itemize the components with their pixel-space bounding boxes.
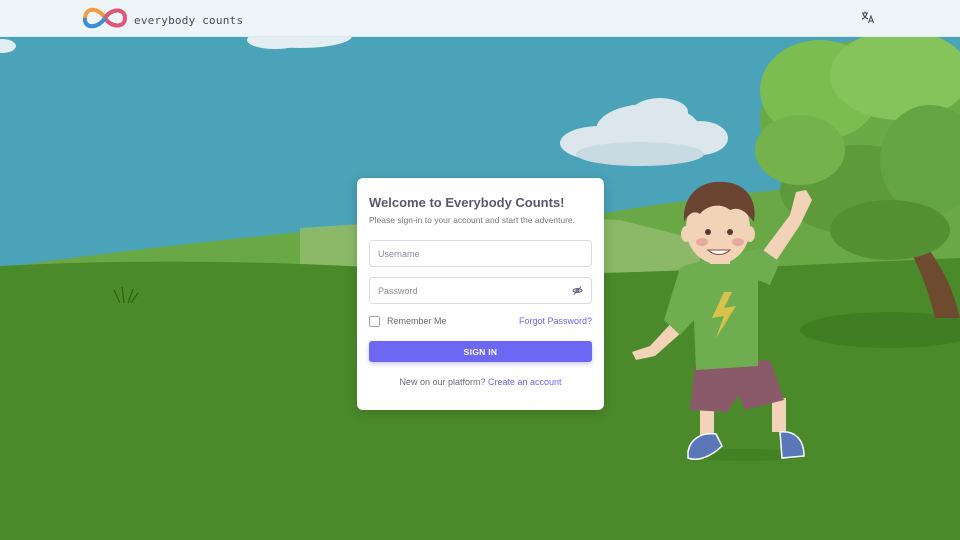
username-input[interactable] — [378, 248, 583, 259]
brand-logo[interactable]: everybody counts — [82, 4, 243, 37]
login-card: Welcome to Everybody Counts! Please sign… — [357, 178, 604, 410]
remember-label: Remember Me — [387, 316, 447, 326]
logo-text: everybody counts — [134, 14, 244, 27]
username-field[interactable] — [369, 240, 592, 267]
eye-off-icon[interactable] — [571, 285, 583, 297]
create-account-link[interactable]: Create an account — [488, 377, 562, 387]
remember-me[interactable]: Remember Me — [369, 315, 447, 327]
page-title: Welcome to Everybody Counts! — [369, 195, 565, 210]
remember-checkbox[interactable] — [369, 315, 380, 327]
new-platform-text: New on our platform? — [399, 377, 486, 387]
translate-icon — [861, 10, 875, 29]
password-input[interactable] — [378, 285, 571, 296]
language-button[interactable] — [858, 9, 878, 29]
signup-prompt: New on our platform? Create an account — [357, 377, 604, 387]
forgot-password-link[interactable]: Forgot Password? — [519, 316, 592, 326]
options-row: Remember Me Forgot Password? — [369, 314, 592, 328]
top-bar: everybody counts — [0, 0, 960, 37]
sign-in-button[interactable]: SIGN IN — [369, 341, 592, 362]
page-subtitle: Please sign-in to your account and start… — [369, 215, 576, 225]
password-field[interactable] — [369, 277, 592, 304]
infinity-logo-icon — [82, 4, 128, 37]
